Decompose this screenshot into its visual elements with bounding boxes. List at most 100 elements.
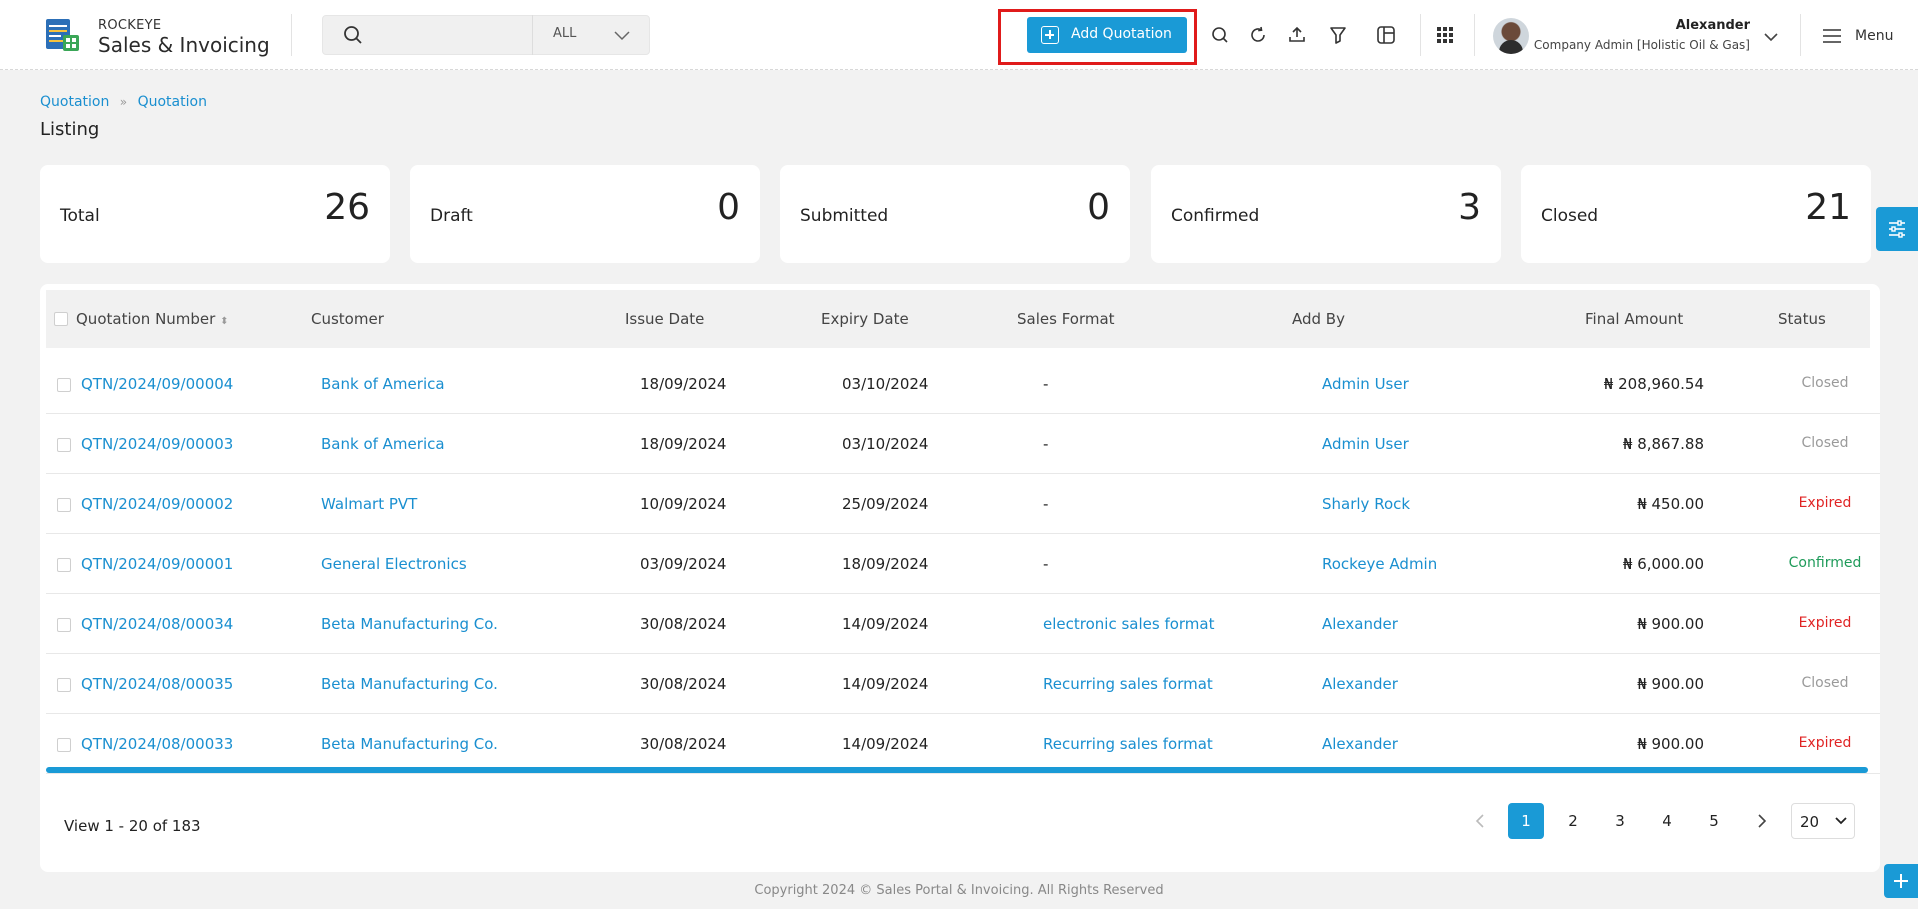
brand-name: Sales & Invoicing bbox=[98, 33, 270, 57]
added-by-link[interactable]: Alexander bbox=[1322, 615, 1398, 633]
table-row[interactable]: QTN/2024/08/00033 Beta Manufacturing Co. 3… bbox=[46, 714, 1880, 774]
sales-format[interactable]: Recurring sales format bbox=[1043, 675, 1213, 693]
column-header-label: Quotation Number bbox=[76, 310, 216, 328]
quotation-number-link[interactable]: QTN/2024/09/00004 bbox=[81, 375, 233, 393]
stat-card-total[interactable]: Total 26 bbox=[40, 165, 390, 263]
page-button[interactable]: 2 bbox=[1555, 803, 1591, 839]
table-row[interactable]: QTN/2024/09/00001 General Electronics 03/0… bbox=[46, 534, 1880, 594]
added-by-link[interactable]: Sharly Rock bbox=[1322, 495, 1410, 513]
sales-format: - bbox=[1043, 435, 1049, 453]
page-title: Listing bbox=[40, 119, 100, 140]
upload-icon[interactable] bbox=[1286, 24, 1308, 46]
final-amount: ₦ 6,000.00 bbox=[1622, 555, 1704, 573]
hamburger-icon[interactable] bbox=[1822, 28, 1842, 44]
quotation-number-link[interactable]: QTN/2024/09/00003 bbox=[81, 435, 233, 453]
column-header-customer[interactable]: Customer bbox=[311, 310, 384, 328]
avatar[interactable] bbox=[1493, 18, 1529, 54]
final-amount: ₦ 900.00 bbox=[1637, 615, 1704, 633]
quotation-number-link[interactable]: QTN/2024/08/00034 bbox=[81, 615, 233, 633]
chevron-right-icon bbox=[1758, 814, 1767, 828]
table-row[interactable]: QTN/2024/09/00002 Walmart PVT 10/09/2024 25… bbox=[46, 474, 1880, 534]
added-by-link[interactable]: Admin User bbox=[1322, 375, 1409, 393]
page-button[interactable]: 4 bbox=[1649, 803, 1685, 839]
quotation-number-link[interactable]: QTN/2024/08/00035 bbox=[81, 675, 233, 693]
table-row[interactable]: QTN/2024/09/00004 Bank of America 18/09/20… bbox=[46, 354, 1880, 414]
row-checkbox[interactable] bbox=[57, 618, 71, 632]
added-by-link[interactable]: Admin User bbox=[1322, 435, 1409, 453]
sales-format[interactable]: electronic sales format bbox=[1043, 615, 1215, 633]
settings-panel-tab[interactable] bbox=[1876, 207, 1918, 251]
final-amount: ₦ 208,960.54 bbox=[1603, 375, 1704, 393]
app-logo-icon bbox=[44, 16, 82, 54]
add-quotation-label: Add Quotation bbox=[1071, 26, 1172, 42]
divider bbox=[291, 14, 292, 56]
menu-button[interactable]: Menu bbox=[1855, 28, 1893, 44]
top-bar: ROCKEYE Sales & Invoicing ALL Add Quotat… bbox=[0, 0, 1918, 70]
expiry-date: 14/09/2024 bbox=[842, 735, 929, 753]
user-menu-chevron-icon[interactable] bbox=[1763, 28, 1779, 42]
pagination-summary: View 1 - 20 of 183 bbox=[64, 817, 201, 835]
added-by-link[interactable]: Alexander bbox=[1322, 735, 1398, 753]
row-checkbox[interactable] bbox=[57, 678, 71, 692]
row-checkbox[interactable] bbox=[57, 378, 71, 392]
row-checkbox[interactable] bbox=[57, 738, 71, 752]
next-page-button[interactable] bbox=[1744, 803, 1780, 839]
column-header-issue-date[interactable]: Issue Date bbox=[625, 310, 704, 328]
added-by-link[interactable]: Alexander bbox=[1322, 675, 1398, 693]
customer-link[interactable]: Beta Manufacturing Co. bbox=[321, 615, 498, 633]
column-header-quotation-number[interactable]: Quotation Number ⬍ bbox=[76, 310, 229, 328]
page-button[interactable]: 1 bbox=[1508, 803, 1544, 839]
expiry-date: 03/10/2024 bbox=[842, 375, 929, 393]
row-checkbox[interactable] bbox=[57, 558, 71, 572]
issue-date: 18/09/2024 bbox=[640, 435, 727, 453]
column-header-add-by[interactable]: Add By bbox=[1292, 310, 1345, 328]
quotation-number-link[interactable]: QTN/2024/08/00033 bbox=[81, 735, 233, 753]
breadcrumb-item[interactable]: Quotation bbox=[138, 94, 207, 110]
search-scope-select[interactable]: ALL bbox=[532, 15, 650, 55]
page-button[interactable]: 3 bbox=[1602, 803, 1638, 839]
page-size-select[interactable]: 20 bbox=[1791, 803, 1855, 839]
quotation-number-link[interactable]: QTN/2024/09/00001 bbox=[81, 555, 233, 573]
select-all-checkbox[interactable] bbox=[54, 312, 68, 326]
plus-icon bbox=[1041, 26, 1059, 44]
brand-name-small: ROCKEYE bbox=[98, 18, 162, 33]
add-floating-button[interactable] bbox=[1884, 864, 1918, 898]
customer-link[interactable]: Beta Manufacturing Co. bbox=[321, 735, 498, 753]
search-tool-icon[interactable] bbox=[1209, 24, 1231, 46]
column-header-sales-format[interactable]: Sales Format bbox=[1017, 310, 1115, 328]
column-header-final-amount[interactable]: Final Amount bbox=[1585, 310, 1683, 328]
table-row[interactable]: QTN/2024/08/00035 Beta Manufacturing Co. 3… bbox=[46, 654, 1880, 714]
quotation-number-link[interactable]: QTN/2024/09/00002 bbox=[81, 495, 233, 513]
stat-card-confirmed[interactable]: Confirmed 3 bbox=[1151, 165, 1501, 263]
horizontal-scrollbar[interactable] bbox=[46, 767, 1868, 773]
expiry-date: 14/09/2024 bbox=[842, 615, 929, 633]
final-amount: ₦ 450.00 bbox=[1637, 495, 1704, 513]
refresh-icon[interactable] bbox=[1247, 24, 1269, 46]
page-button[interactable]: 5 bbox=[1696, 803, 1732, 839]
prev-page-button[interactable] bbox=[1462, 803, 1498, 839]
filter-icon[interactable] bbox=[1327, 24, 1349, 46]
table-row[interactable]: QTN/2024/08/00034 Beta Manufacturing Co. 3… bbox=[46, 594, 1880, 654]
customer-link[interactable]: Bank of America bbox=[321, 375, 445, 393]
column-header-expiry-date[interactable]: Expiry Date bbox=[821, 310, 909, 328]
customer-link[interactable]: General Electronics bbox=[321, 555, 467, 573]
column-header-status[interactable]: Status bbox=[1778, 310, 1826, 328]
apps-grid-icon[interactable] bbox=[1434, 24, 1456, 46]
divider bbox=[1800, 14, 1801, 56]
sales-format[interactable]: Recurring sales format bbox=[1043, 735, 1213, 753]
table-row[interactable]: QTN/2024/09/00003 Bank of America 18/09/20… bbox=[46, 414, 1880, 474]
stat-card-submitted[interactable]: Submitted 0 bbox=[780, 165, 1130, 263]
breadcrumb-item[interactable]: Quotation bbox=[40, 94, 109, 110]
stat-value: 0 bbox=[1087, 187, 1110, 228]
add-quotation-button[interactable]: Add Quotation bbox=[1027, 17, 1187, 53]
added-by-link[interactable]: Rockeye Admin bbox=[1322, 555, 1437, 573]
stat-value: 21 bbox=[1805, 187, 1851, 228]
customer-link[interactable]: Bank of America bbox=[321, 435, 445, 453]
row-checkbox[interactable] bbox=[57, 498, 71, 512]
stat-card-draft[interactable]: Draft 0 bbox=[410, 165, 760, 263]
columns-icon[interactable] bbox=[1375, 24, 1397, 46]
customer-link[interactable]: Walmart PVT bbox=[321, 495, 417, 513]
row-checkbox[interactable] bbox=[57, 438, 71, 452]
stat-card-closed[interactable]: Closed 21 bbox=[1521, 165, 1871, 263]
customer-link[interactable]: Beta Manufacturing Co. bbox=[321, 675, 498, 693]
